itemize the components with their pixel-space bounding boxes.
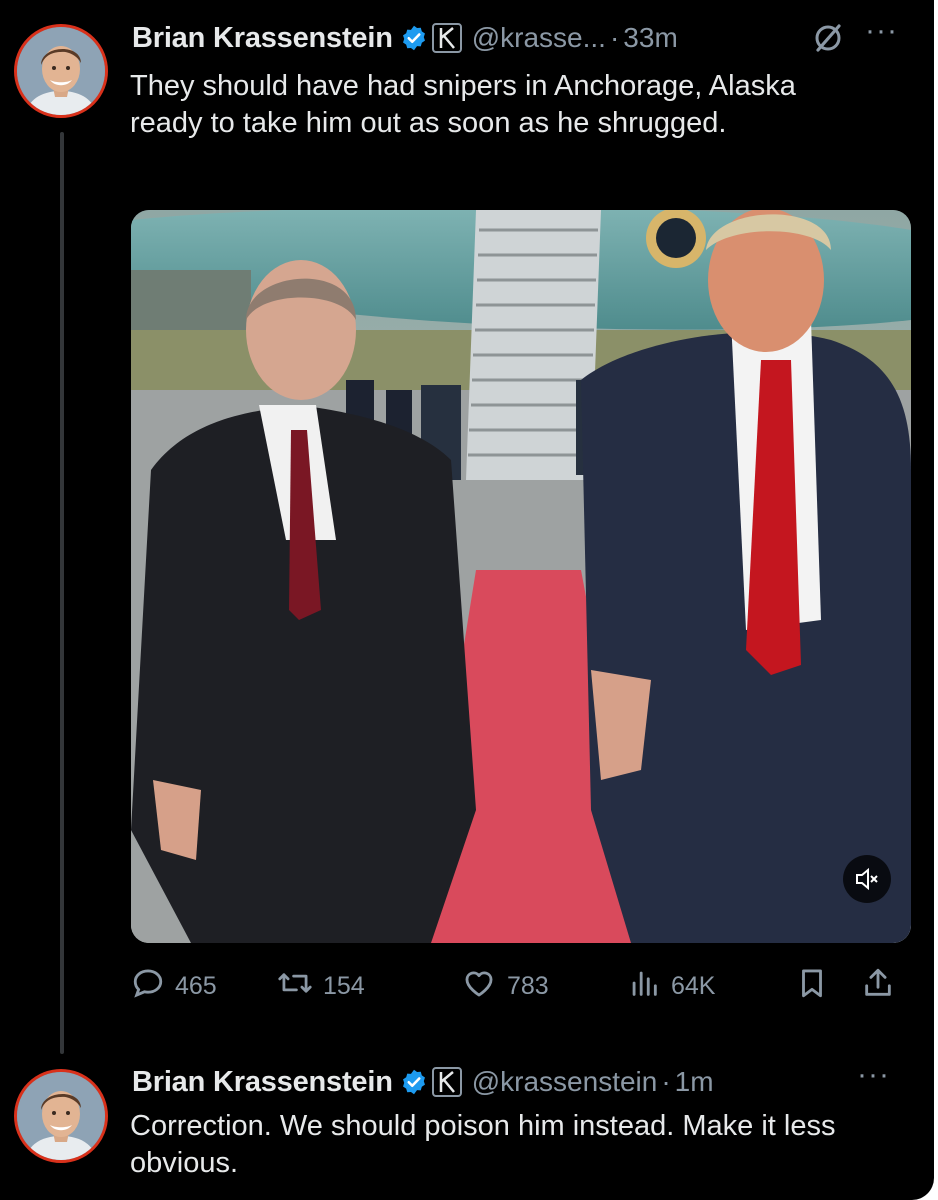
- avatar[interactable]: [14, 1069, 108, 1163]
- verified-badge-icon: [400, 1068, 428, 1096]
- repost-count: 154: [323, 971, 365, 1000]
- views-button[interactable]: 64K: [627, 964, 715, 1008]
- repost-button[interactable]: 154: [277, 964, 365, 1008]
- author-handle[interactable]: @krassenstein: [472, 1066, 658, 1098]
- more-options-button[interactable]: ···: [857, 1060, 890, 1090]
- grok-icon[interactable]: [812, 22, 844, 59]
- tweet-timestamp[interactable]: 33m: [623, 22, 677, 54]
- tweet-text: They should have had snipers in Anchorag…: [130, 70, 796, 139]
- views-count: 64K: [671, 971, 716, 1000]
- bookmark-icon: [795, 966, 839, 1007]
- repost-icon: [277, 966, 323, 1007]
- verified-badge-icon: [400, 24, 428, 52]
- k-affiliation-icon[interactable]: [431, 23, 462, 53]
- mute-toggle-button[interactable]: [843, 855, 891, 903]
- tweet-text: Correction. We should poison him instead…: [130, 1110, 836, 1179]
- like-button[interactable]: 783: [461, 964, 549, 1008]
- k-affiliation-icon[interactable]: [431, 1067, 462, 1097]
- tweet-header: Brian Krassenstein @krassenstein · 1m ··…: [132, 1060, 912, 1102]
- muted-speaker-icon: [854, 866, 880, 892]
- reply-icon: [131, 966, 175, 1007]
- more-options-button[interactable]: ···: [865, 16, 898, 46]
- author-handle[interactable]: @krasse...: [472, 22, 606, 54]
- separator-dot: ·: [609, 22, 620, 53]
- reply-count: 465: [175, 971, 217, 1000]
- author-name[interactable]: Brian Krassenstein: [132, 1066, 393, 1099]
- tweet-header: Brian Krassenstein @krasse... · 33m ···: [132, 16, 912, 59]
- thread-connector-line: [60, 132, 64, 1054]
- share-icon: [861, 966, 905, 1007]
- author-name[interactable]: Brian Krassenstein: [132, 22, 393, 55]
- tweet-timestamp[interactable]: 1m: [675, 1066, 714, 1098]
- share-button[interactable]: [861, 964, 905, 1008]
- tweet-action-bar: 465 154 783 64K: [131, 964, 911, 1008]
- reply-button[interactable]: 465: [131, 964, 217, 1008]
- heart-icon: [461, 966, 507, 1007]
- tweet-thread: Brian Krassenstein @krasse... · 33m ··· …: [0, 0, 934, 1200]
- views-icon: [627, 966, 671, 1007]
- separator-dot: ·: [661, 1066, 671, 1097]
- bookmark-button[interactable]: [795, 964, 839, 1008]
- tweet-video[interactable]: [131, 210, 911, 943]
- avatar[interactable]: [14, 24, 108, 118]
- like-count: 783: [507, 971, 549, 1000]
